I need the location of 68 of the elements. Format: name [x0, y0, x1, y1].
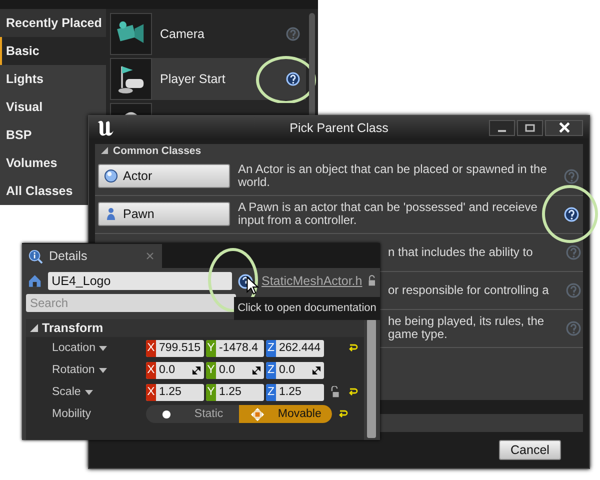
dropdown-caret-icon[interactable]	[84, 390, 93, 394]
property-label: Location	[52, 342, 96, 354]
section-title: Transform	[42, 321, 104, 335]
maximize-button[interactable]	[517, 120, 543, 136]
mouse-cursor-icon	[246, 276, 259, 295]
property-label: Rotation	[52, 364, 95, 376]
minimize-icon	[498, 130, 506, 132]
actor-label: Camera	[160, 27, 206, 41]
close-icon	[558, 122, 570, 134]
expanded-icon	[30, 324, 38, 332]
sphere-icon	[104, 169, 118, 184]
section-title: Common Classes	[113, 144, 202, 157]
class-button[interactable]: Pawn	[98, 202, 230, 226]
tab-label: Details	[49, 249, 88, 263]
number-field[interactable]: Z 0.0	[266, 362, 324, 378]
search-field[interactable]: Search	[26, 294, 236, 312]
property-label: Mobility	[52, 408, 91, 420]
actor-label: Player Start	[160, 72, 226, 86]
maximize-icon	[525, 122, 535, 133]
reset-arrow-icon[interactable]	[348, 388, 358, 396]
close-icon[interactable]	[146, 252, 154, 260]
details-tab[interactable]: Details	[22, 244, 162, 268]
close-button[interactable]	[545, 120, 583, 136]
pawn-icon	[104, 207, 118, 222]
dropdown-caret-icon[interactable]	[99, 346, 108, 350]
window-title: Pick Parent Class	[288, 120, 390, 135]
number-field[interactable]: X 0.0	[146, 362, 204, 378]
reset-arrow-icon[interactable]	[338, 410, 348, 418]
mobility-option[interactable]: Static	[146, 405, 239, 423]
resize-arrows-icon	[312, 366, 321, 374]
section-header[interactable]: Transform	[26, 319, 364, 337]
lock-icon	[368, 275, 376, 287]
dot-icon	[162, 410, 171, 418]
number-field[interactable]: Z 1.25	[266, 384, 324, 400]
number-field[interactable]: Y 1.25	[206, 384, 264, 400]
class-description: he being played, its rules, the game type.	[388, 315, 546, 342]
class-description: or responsible for controlling a	[388, 284, 550, 297]
class-description: An Actor is an object that can be placed or spawned in the world.	[238, 163, 548, 190]
actor-item[interactable]: Player Start	[110, 58, 306, 100]
number-field[interactable]: X 1.25	[146, 384, 204, 400]
actor-icon	[28, 274, 42, 288]
reset-arrow-icon[interactable]	[348, 344, 358, 352]
category-item[interactable]: Recently Placed	[0, 9, 106, 37]
number-field[interactable]: X 799.515	[146, 340, 204, 356]
resize-arrows-icon	[192, 366, 201, 374]
padlock-icon[interactable]	[330, 386, 339, 398]
property-label: Scale	[52, 386, 81, 398]
scrollbar[interactable]	[367, 319, 376, 438]
name-field[interactable]: UE4_Logo	[48, 272, 232, 290]
number-field[interactable]: Z 262.444	[266, 340, 324, 356]
dropdown-caret-icon[interactable]	[98, 368, 107, 372]
resize-arrows-icon	[252, 366, 261, 374]
help-icon[interactable]	[286, 72, 300, 86]
class-description: n that includes the ability to	[388, 246, 534, 259]
class-button[interactable]: Actor	[98, 164, 230, 188]
expanded-icon	[101, 147, 108, 154]
category-item[interactable]: Basic	[0, 37, 106, 65]
source-link[interactable]: StaticMeshActor.h	[261, 274, 362, 288]
class-description: A Pawn is an actor that can be 'possessed' and receieve input from a controller.	[238, 201, 538, 228]
move-arrows-icon	[250, 406, 265, 422]
number-field[interactable]: Y -1478.4	[206, 340, 264, 356]
help-icon[interactable]	[564, 206, 579, 222]
minimize-button[interactable]	[489, 120, 515, 136]
info-magnifier-icon	[28, 248, 43, 264]
tooltip: Click to open documentation	[234, 297, 380, 320]
number-field[interactable]: Y 0.0	[206, 362, 264, 378]
cancel-button[interactable]: Cancel	[499, 440, 561, 460]
mobility-option[interactable]: Movable	[239, 405, 332, 423]
